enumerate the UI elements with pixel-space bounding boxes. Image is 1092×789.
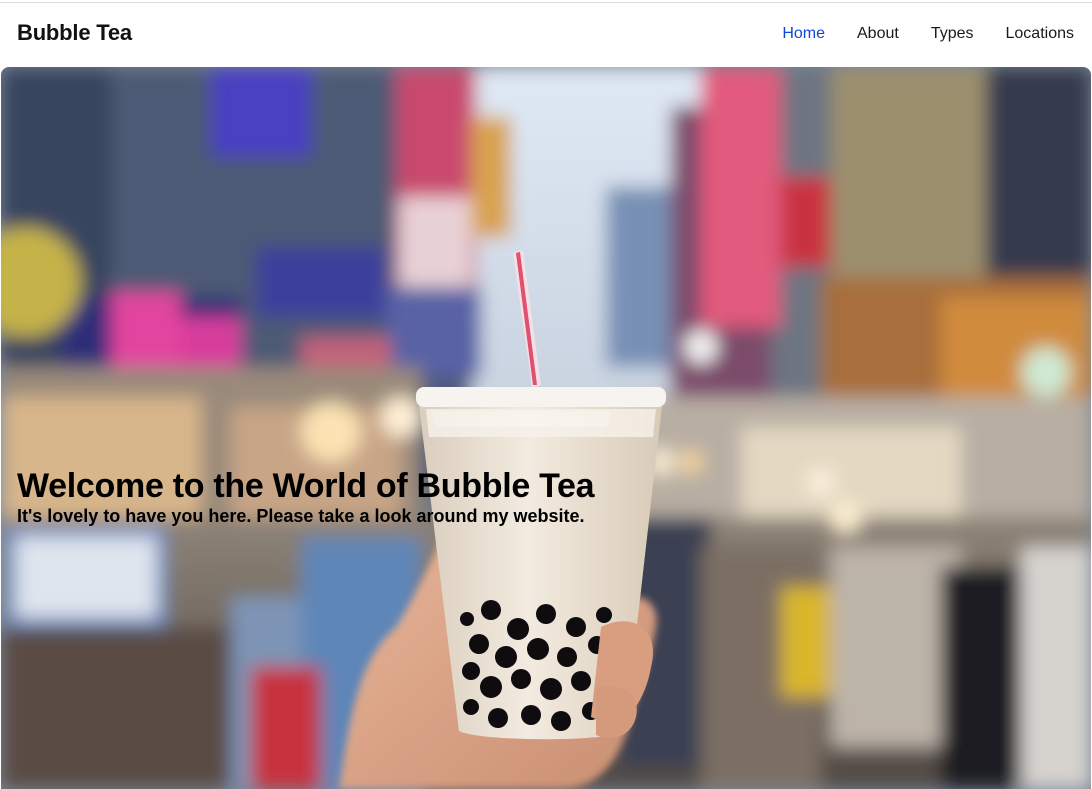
hero-image [1, 67, 1091, 789]
hero-text-block: Welcome to the World of Bubble Tea It's … [17, 467, 917, 527]
hero-title: Welcome to the World of Bubble Tea [17, 467, 595, 505]
nav-link-home[interactable]: Home [782, 25, 825, 43]
hero-subtitle: It's lovely to have you here. Please tak… [17, 506, 585, 526]
nav-link-about[interactable]: About [857, 25, 899, 43]
brand-logo-link[interactable]: Bubble Tea [17, 20, 132, 46]
nav-link-types[interactable]: Types [931, 25, 974, 43]
nav-link-locations[interactable]: Locations [1006, 25, 1075, 43]
navbar: Bubble Tea Home About Types Locations [0, 3, 1092, 67]
hero-banner: Welcome to the World of Bubble Tea It's … [1, 67, 1091, 789]
main-nav: Home About Types Locations [782, 25, 1074, 43]
